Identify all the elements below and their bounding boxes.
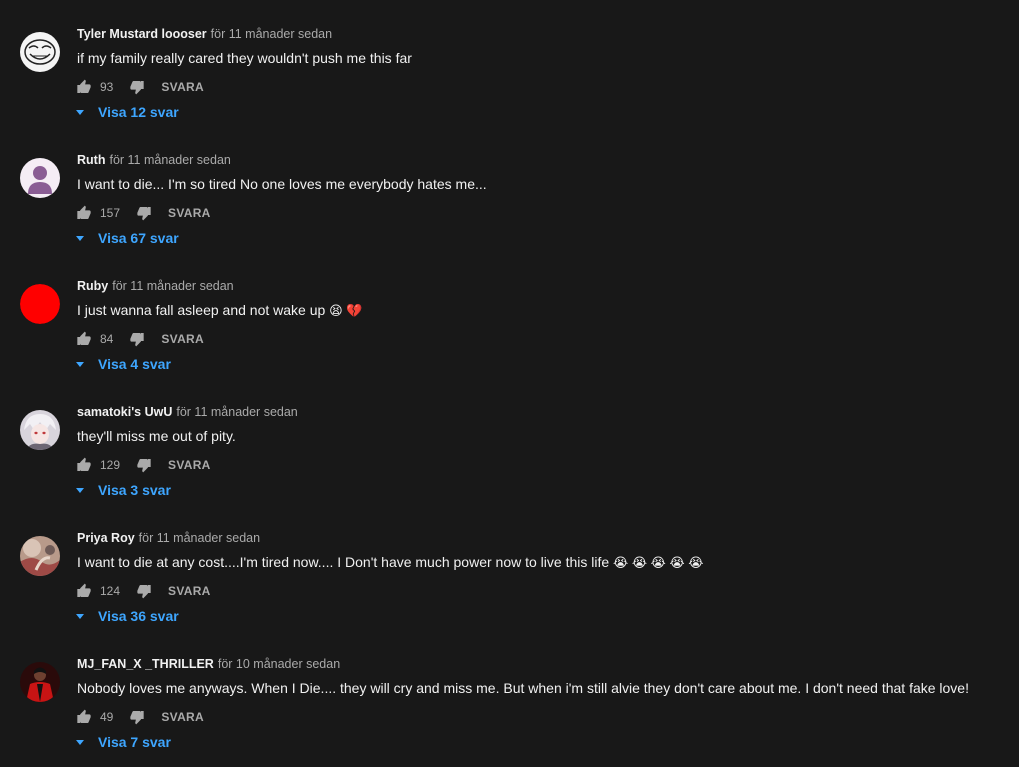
thumb-down-icon[interactable] [136, 205, 152, 221]
comment-header: Tyler Mustard loooser för 11 månader seda… [77, 26, 332, 42]
comment-text-body: I want to die... I'm so tired No one lov… [77, 176, 487, 192]
comment-actions: 157 SVARA [76, 204, 211, 222]
comment-item: Tyler Mustard loooser för 11 månader seda… [0, 26, 1019, 152]
comment-timestamp[interactable]: för 11 månader sedan [109, 153, 230, 167]
comment-header: Priya Roy för 11 månader sedan [77, 530, 260, 546]
avatar[interactable] [20, 284, 60, 324]
comment-text: they'll miss me out of pity. [77, 426, 236, 446]
like-count: 49 [100, 710, 114, 724]
trollface-avatar-icon [20, 32, 60, 72]
comment-timestamp[interactable]: för 10 månader sedan [218, 657, 340, 671]
thumb-up-icon[interactable] [76, 583, 92, 599]
thumb-up-icon[interactable] [76, 79, 92, 95]
view-replies-label: Visa 67 svar [98, 230, 179, 246]
view-replies-label: Visa 4 svar [98, 356, 171, 372]
thumb-down-icon[interactable] [136, 583, 152, 599]
like-count: 157 [100, 206, 121, 220]
reply-button[interactable]: SVARA [161, 80, 204, 94]
thumb-up-icon[interactable] [76, 457, 92, 473]
comment-item: Ruth för 11 månader sedan I want to die..… [0, 152, 1019, 278]
caret-down-icon [76, 109, 84, 115]
comment-timestamp[interactable]: för 11 månader sedan [112, 279, 233, 293]
comment-author[interactable]: Tyler Mustard loooser [77, 27, 207, 41]
comment-header: Ruth för 11 månader sedan [77, 152, 231, 168]
avatar[interactable] [20, 32, 60, 72]
comment-actions: 124 SVARA [76, 582, 211, 600]
view-replies-label: Visa 3 svar [98, 482, 171, 498]
comment-timestamp[interactable]: för 11 månader sedan [176, 405, 297, 419]
caret-down-icon [76, 613, 84, 619]
reply-button[interactable]: SVARA [168, 458, 211, 472]
comment-text: Nobody loves me anyways. When I Die.... … [77, 678, 969, 698]
view-replies-button[interactable]: Visa 36 svar [76, 608, 179, 624]
comment-text: I want to die at any cost....I'm tired n… [77, 552, 703, 573]
reply-button[interactable]: SVARA [161, 332, 204, 346]
comment-text-body: Nobody loves me anyways. When I Die.... … [77, 680, 969, 696]
like-count: 84 [100, 332, 114, 346]
thumb-up-icon[interactable] [76, 331, 92, 347]
thumb-down-icon[interactable] [129, 709, 145, 725]
comment-text-body: I want to die at any cost....I'm tired n… [77, 554, 610, 570]
comment-emoji: 😫 💔 [329, 303, 363, 318]
comment-header: MJ_FAN_X _THRILLER för 10 månader sedan [77, 656, 340, 672]
avatar[interactable] [20, 536, 60, 576]
comment-item: samatoki's UwU för 11 månader sedan they'… [0, 404, 1019, 530]
thumb-up-icon[interactable] [76, 709, 92, 725]
comment-actions: 93 SVARA [76, 78, 204, 96]
comment-text: I want to die... I'm so tired No one lov… [77, 174, 487, 194]
anime-avatar-icon [20, 410, 60, 450]
photo-avatar-icon [20, 536, 60, 576]
like-count: 93 [100, 80, 114, 94]
comment-actions: 129 SVARA [76, 456, 211, 474]
view-replies-label: Visa 36 svar [98, 608, 179, 624]
comment-timestamp[interactable]: för 11 månader sedan [211, 27, 332, 41]
comment-item: Ruby för 11 månader sedan I just wanna fa… [0, 278, 1019, 404]
comment-header: Ruby för 11 månader sedan [77, 278, 234, 294]
view-replies-button[interactable]: Visa 3 svar [76, 482, 171, 498]
default-person-avatar-icon [20, 158, 60, 198]
view-replies-label: Visa 7 svar [98, 734, 171, 750]
comment-author[interactable]: samatoki's UwU [77, 405, 172, 419]
comment-text: I just wanna fall asleep and not wake up… [77, 300, 363, 321]
caret-down-icon [76, 235, 84, 241]
view-replies-button[interactable]: Visa 4 svar [76, 356, 171, 372]
comment-actions: 49 SVARA [76, 708, 204, 726]
comment-author[interactable]: Ruth [77, 153, 105, 167]
view-replies-button[interactable]: Visa 12 svar [76, 104, 179, 120]
comment-author[interactable]: MJ_FAN_X _THRILLER [77, 657, 214, 671]
comment-item: Priya Roy för 11 månader sedan I want to … [0, 530, 1019, 656]
comment-list: Tyler Mustard loooser för 11 månader seda… [0, 0, 1019, 767]
caret-down-icon [76, 361, 84, 367]
comment-header: samatoki's UwU för 11 månader sedan [77, 404, 298, 420]
caret-down-icon [76, 739, 84, 745]
comment-actions: 84 SVARA [76, 330, 204, 348]
reply-button[interactable]: SVARA [168, 206, 211, 220]
comment-author[interactable]: Priya Roy [77, 531, 135, 545]
thumb-up-icon[interactable] [76, 205, 92, 221]
thumb-down-icon[interactable] [129, 331, 145, 347]
view-replies-button[interactable]: Visa 7 svar [76, 734, 171, 750]
comment-text: if my family really cared they wouldn't … [77, 48, 412, 68]
reply-button[interactable]: SVARA [168, 584, 211, 598]
reply-button[interactable]: SVARA [161, 710, 204, 724]
comment-item: MJ_FAN_X _THRILLER för 10 månader sedan N… [0, 656, 1019, 767]
comment-text-body: they'll miss me out of pity. [77, 428, 236, 444]
view-replies-button[interactable]: Visa 67 svar [76, 230, 179, 246]
avatar[interactable] [20, 410, 60, 450]
comment-text-body: I just wanna fall asleep and not wake up [77, 302, 326, 318]
thumb-down-icon[interactable] [129, 79, 145, 95]
comment-author[interactable]: Ruby [77, 279, 108, 293]
caret-down-icon [76, 487, 84, 493]
like-count: 129 [100, 458, 121, 472]
red-circle-avatar-icon [20, 284, 60, 324]
comment-emoji: 😭 😭 😭 😭 😭 [613, 555, 704, 570]
avatar[interactable] [20, 158, 60, 198]
comment-text-body: if my family really cared they wouldn't … [77, 50, 412, 66]
avatar[interactable] [20, 662, 60, 702]
thumb-down-icon[interactable] [136, 457, 152, 473]
view-replies-label: Visa 12 svar [98, 104, 179, 120]
like-count: 124 [100, 584, 121, 598]
thriller-avatar-icon [20, 662, 60, 702]
comment-timestamp[interactable]: för 11 månader sedan [139, 531, 260, 545]
